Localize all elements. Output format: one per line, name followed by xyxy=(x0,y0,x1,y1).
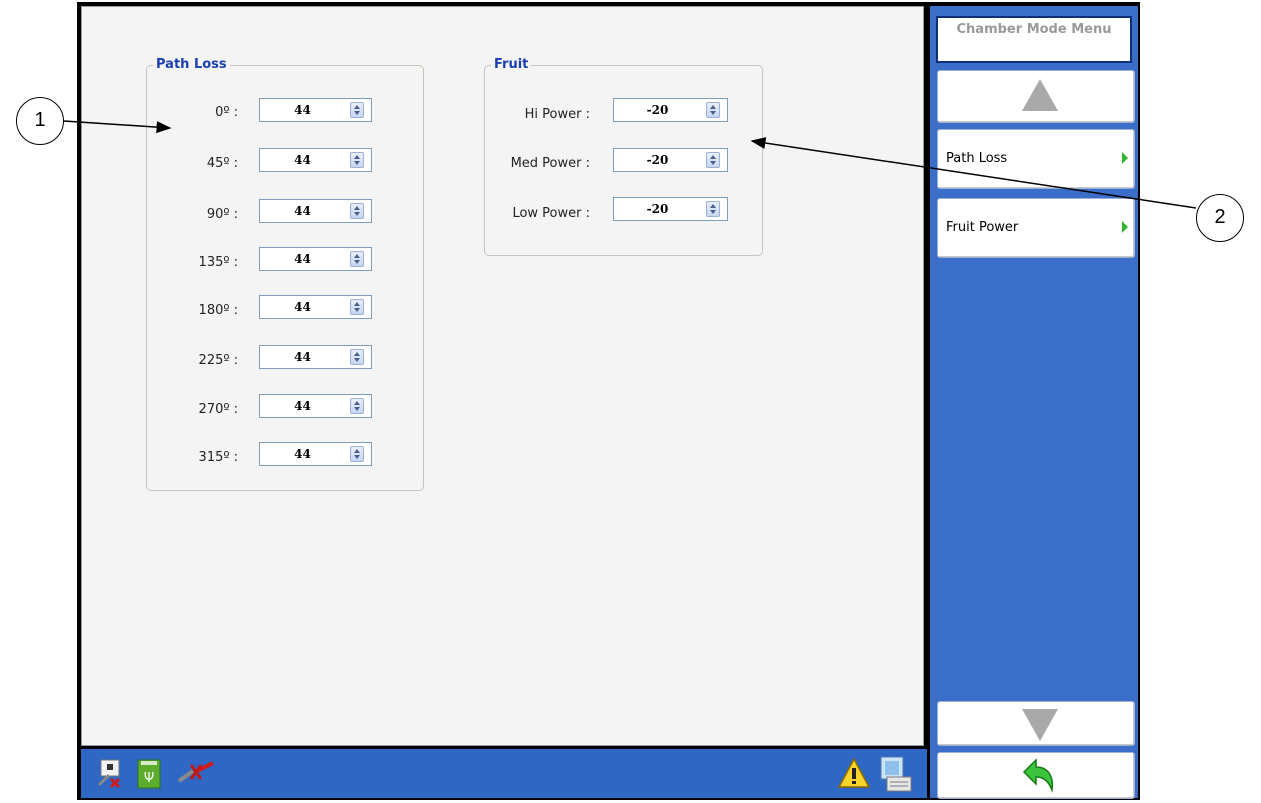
callout-1: 1 xyxy=(16,97,64,145)
callout-1-arrow xyxy=(63,120,172,134)
callout-arrows xyxy=(63,120,1197,209)
callout-2: 2 xyxy=(1196,194,1244,242)
callout-2-arrow xyxy=(750,137,1197,209)
